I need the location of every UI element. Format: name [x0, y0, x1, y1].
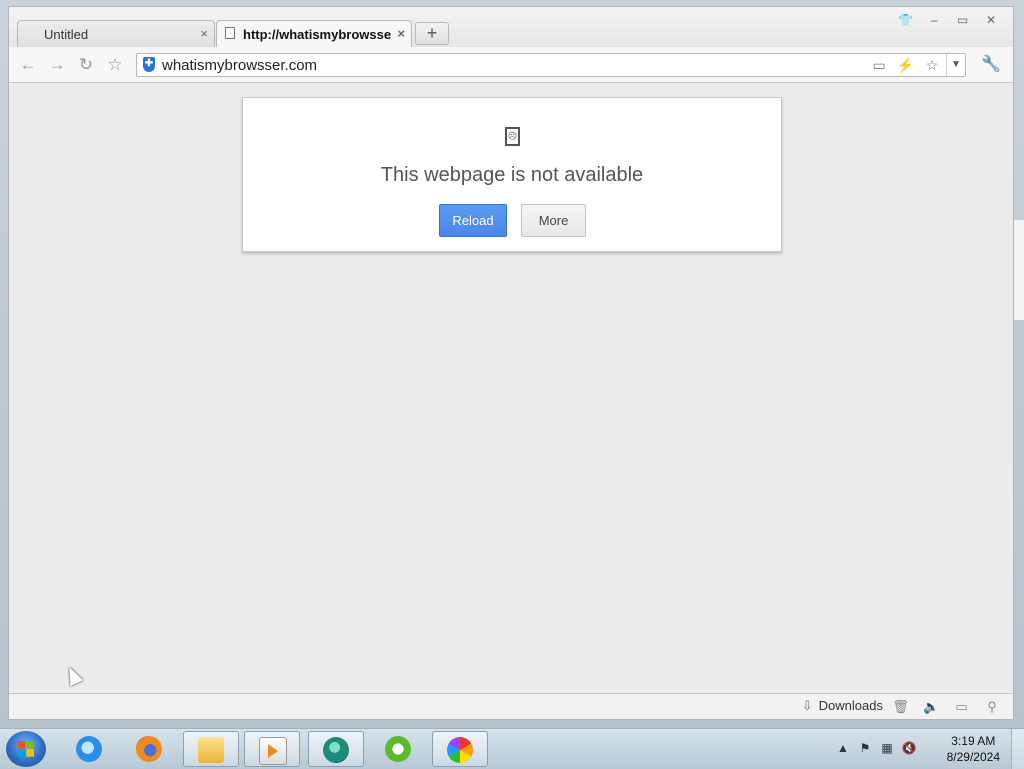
address-bar[interactable]: ✚ whatismybrowsser.com ▭ ⚡ ☆ ▼	[136, 53, 966, 77]
back-icon[interactable]: ←	[17, 54, 39, 76]
close-button[interactable]: ✕	[979, 12, 1003, 28]
show-desktop-button[interactable]	[1011, 729, 1024, 769]
reload-button[interactable]: Reload	[439, 204, 507, 237]
screen-capture-icon[interactable]: ▭	[868, 55, 890, 75]
taskbar-green-app[interactable]	[371, 731, 427, 767]
tablet-icon[interactable]: ▭	[949, 697, 975, 717]
chevron-up-icon[interactable]: ▲	[834, 739, 852, 757]
status-icons: 🗑 🔈 ▭ ⚲	[888, 697, 1005, 717]
shield-icon: ✚	[143, 57, 155, 72]
bookmark-icon[interactable]: ☆	[104, 54, 126, 76]
downloads-button[interactable]: ⇩ Downloads	[802, 698, 883, 714]
reload-icon[interactable]: ↻	[75, 54, 97, 76]
skin-icon[interactable]: 👕	[894, 12, 918, 28]
toolbar: ← → ↻ ☆ ✚ whatismybrowsser.com ▭ ⚡ ☆ ▼ 🔧	[9, 47, 1013, 83]
tab-close-icon[interactable]: ×	[200, 26, 208, 41]
tab-label: Untitled	[44, 27, 89, 42]
bolt-icon[interactable]: ⚡	[895, 55, 917, 75]
network-icon[interactable]: ▦	[878, 739, 896, 757]
downloads-label: Downloads	[818, 698, 883, 713]
chevron-down-icon[interactable]: ▼	[946, 54, 965, 76]
browser-icon	[323, 737, 349, 763]
media-player-icon	[259, 737, 287, 765]
volume-icon[interactable]: 🔈	[918, 697, 944, 717]
forward-icon[interactable]: →	[46, 54, 68, 76]
tab-label: http://whatismybrowsse	[243, 27, 391, 42]
tab-untitled[interactable]: Untitled ×	[17, 20, 215, 47]
system-tray: ▲ ⚑ ▦ 🔇 3:19 AM 8/29/2024	[834, 729, 1024, 769]
page-icon	[225, 27, 235, 39]
page-content: ☹ This webpage is not available Reload M…	[9, 83, 1013, 693]
firefox-icon	[136, 736, 162, 762]
pinwheel-icon	[447, 737, 473, 763]
taskbar-browser[interactable]	[308, 731, 364, 767]
taskbar-pinwheel-app[interactable]	[432, 731, 488, 767]
tab-whatismybrowser[interactable]: http://whatismybrowsse ×	[216, 20, 412, 47]
sad-page-icon: ☹	[505, 127, 520, 146]
new-tab-button[interactable]: +	[415, 22, 449, 45]
tab-close-icon[interactable]: ×	[397, 26, 405, 41]
start-button[interactable]	[6, 731, 46, 767]
taskbar-media-player[interactable]	[244, 731, 300, 767]
maximize-button[interactable]: ▭	[951, 12, 975, 28]
omnibox-icons: ▭ ⚡ ☆	[868, 55, 943, 75]
clock-time: 3:19 AM	[951, 734, 996, 748]
clock-date: 8/29/2024	[946, 750, 1000, 764]
taskbar-firefox[interactable]	[122, 731, 178, 767]
download-icon: ⇩	[801, 698, 813, 713]
green-app-icon	[385, 736, 411, 762]
status-bar: ⇩ Downloads 🗑 🔈 ▭ ⚲	[9, 693, 1013, 719]
flag-icon[interactable]: ⚑	[856, 739, 874, 757]
taskbar-internet-explorer[interactable]	[62, 731, 118, 767]
clock[interactable]: 3:19 AM 8/29/2024	[947, 733, 1000, 765]
url-text[interactable]: whatismybrowsser.com	[162, 57, 317, 74]
error-title: This webpage is not available	[380, 164, 644, 186]
browser-window: Untitled × http://whatismybrowsse × + 👕 …	[8, 6, 1014, 720]
minimize-button[interactable]: –	[922, 12, 946, 28]
internet-explorer-icon	[76, 736, 102, 762]
more-button[interactable]: More	[521, 204, 586, 237]
taskbar-file-explorer[interactable]	[183, 731, 239, 767]
taskbar: ▲ ⚑ ▦ 🔇 3:19 AM 8/29/2024	[0, 728, 1024, 769]
volume-muted-icon[interactable]: 🔇	[900, 739, 918, 757]
error-card: ☹ This webpage is not available Reload M…	[242, 97, 782, 252]
trash-icon[interactable]: 🗑	[888, 697, 914, 717]
tab-strip: Untitled × http://whatismybrowsse × + 👕 …	[9, 7, 1013, 47]
folder-icon	[198, 737, 224, 763]
wrench-icon[interactable]: 🔧	[977, 54, 1005, 76]
window-controls: 👕 – ▭ ✕	[894, 11, 1003, 29]
zoom-icon[interactable]: ⚲	[979, 697, 1005, 717]
star-icon[interactable]: ☆	[921, 55, 943, 75]
